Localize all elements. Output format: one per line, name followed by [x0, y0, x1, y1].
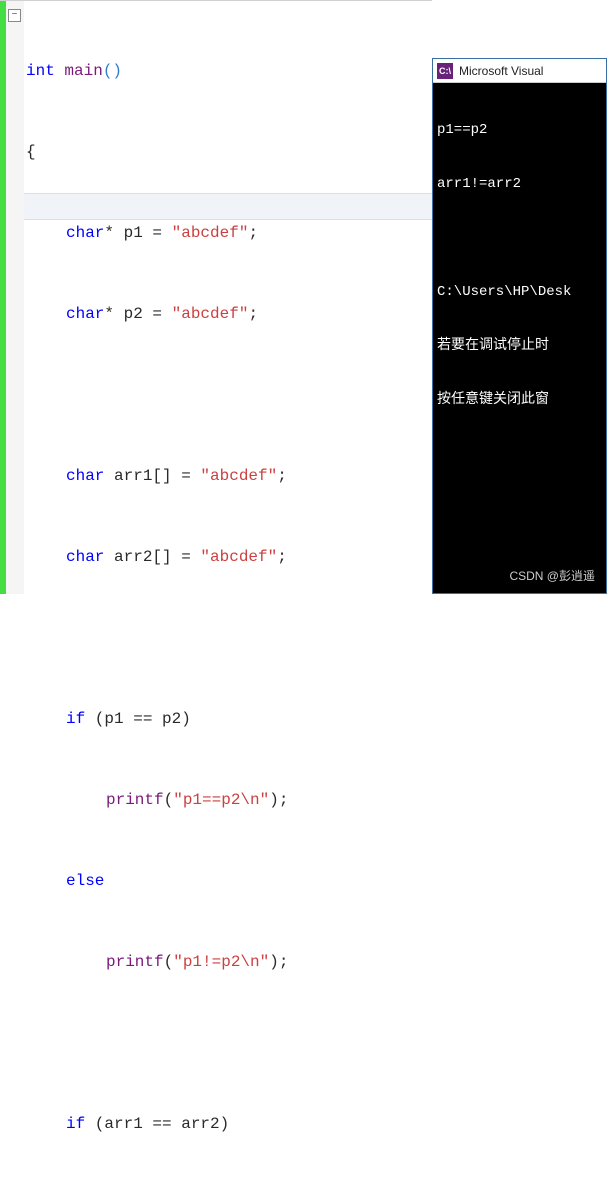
console-window[interactable]: C:\ Microsoft Visual p1==p2 arr1!=arr2 C… — [432, 58, 607, 594]
code-line: char arr1[] = "abcdef"; — [26, 463, 327, 490]
console-line: 若要在调试停止时 — [437, 337, 602, 355]
code-line: if (p1 == p2) — [26, 706, 327, 733]
code-line: if (arr1 == arr2) — [26, 1111, 327, 1138]
code-editor[interactable]: − int main() { char* p1 = "abcdef"; char… — [0, 0, 432, 594]
console-app-icon: C:\ — [437, 63, 453, 79]
console-blank-line — [437, 229, 602, 247]
blank-line — [26, 382, 327, 409]
fold-column — [6, 1, 24, 594]
code-content[interactable]: int main() { char* p1 = "abcdef"; char* … — [26, 4, 327, 1188]
console-titlebar[interactable]: C:\ Microsoft Visual — [433, 59, 606, 83]
collapse-icon[interactable]: − — [8, 9, 21, 22]
code-line: else — [26, 868, 327, 895]
console-line: C:\Users\HP\Desk — [437, 283, 602, 301]
blank-line — [26, 1030, 327, 1057]
code-line: int main() — [26, 58, 327, 85]
code-line: char* p2 = "abcdef"; — [26, 301, 327, 328]
code-line: printf("p1!=p2\n"); — [26, 949, 327, 976]
console-output: p1==p2 arr1!=arr2 C:\Users\HP\Desk 若要在调试… — [433, 83, 606, 447]
watermark-text: CSDN @彭逍遥 — [509, 567, 595, 584]
code-line: printf("p1==p2\n"); — [26, 787, 327, 814]
code-line: char* p1 = "abcdef"; — [26, 220, 327, 247]
console-title: Microsoft Visual — [459, 64, 543, 78]
console-line: p1==p2 — [437, 121, 602, 139]
blank-line — [26, 625, 327, 652]
console-line: 按任意键关闭此窗 — [437, 391, 602, 409]
code-line: { — [26, 139, 327, 166]
code-line: char arr2[] = "abcdef"; — [26, 544, 327, 571]
console-line: arr1!=arr2 — [437, 175, 602, 193]
